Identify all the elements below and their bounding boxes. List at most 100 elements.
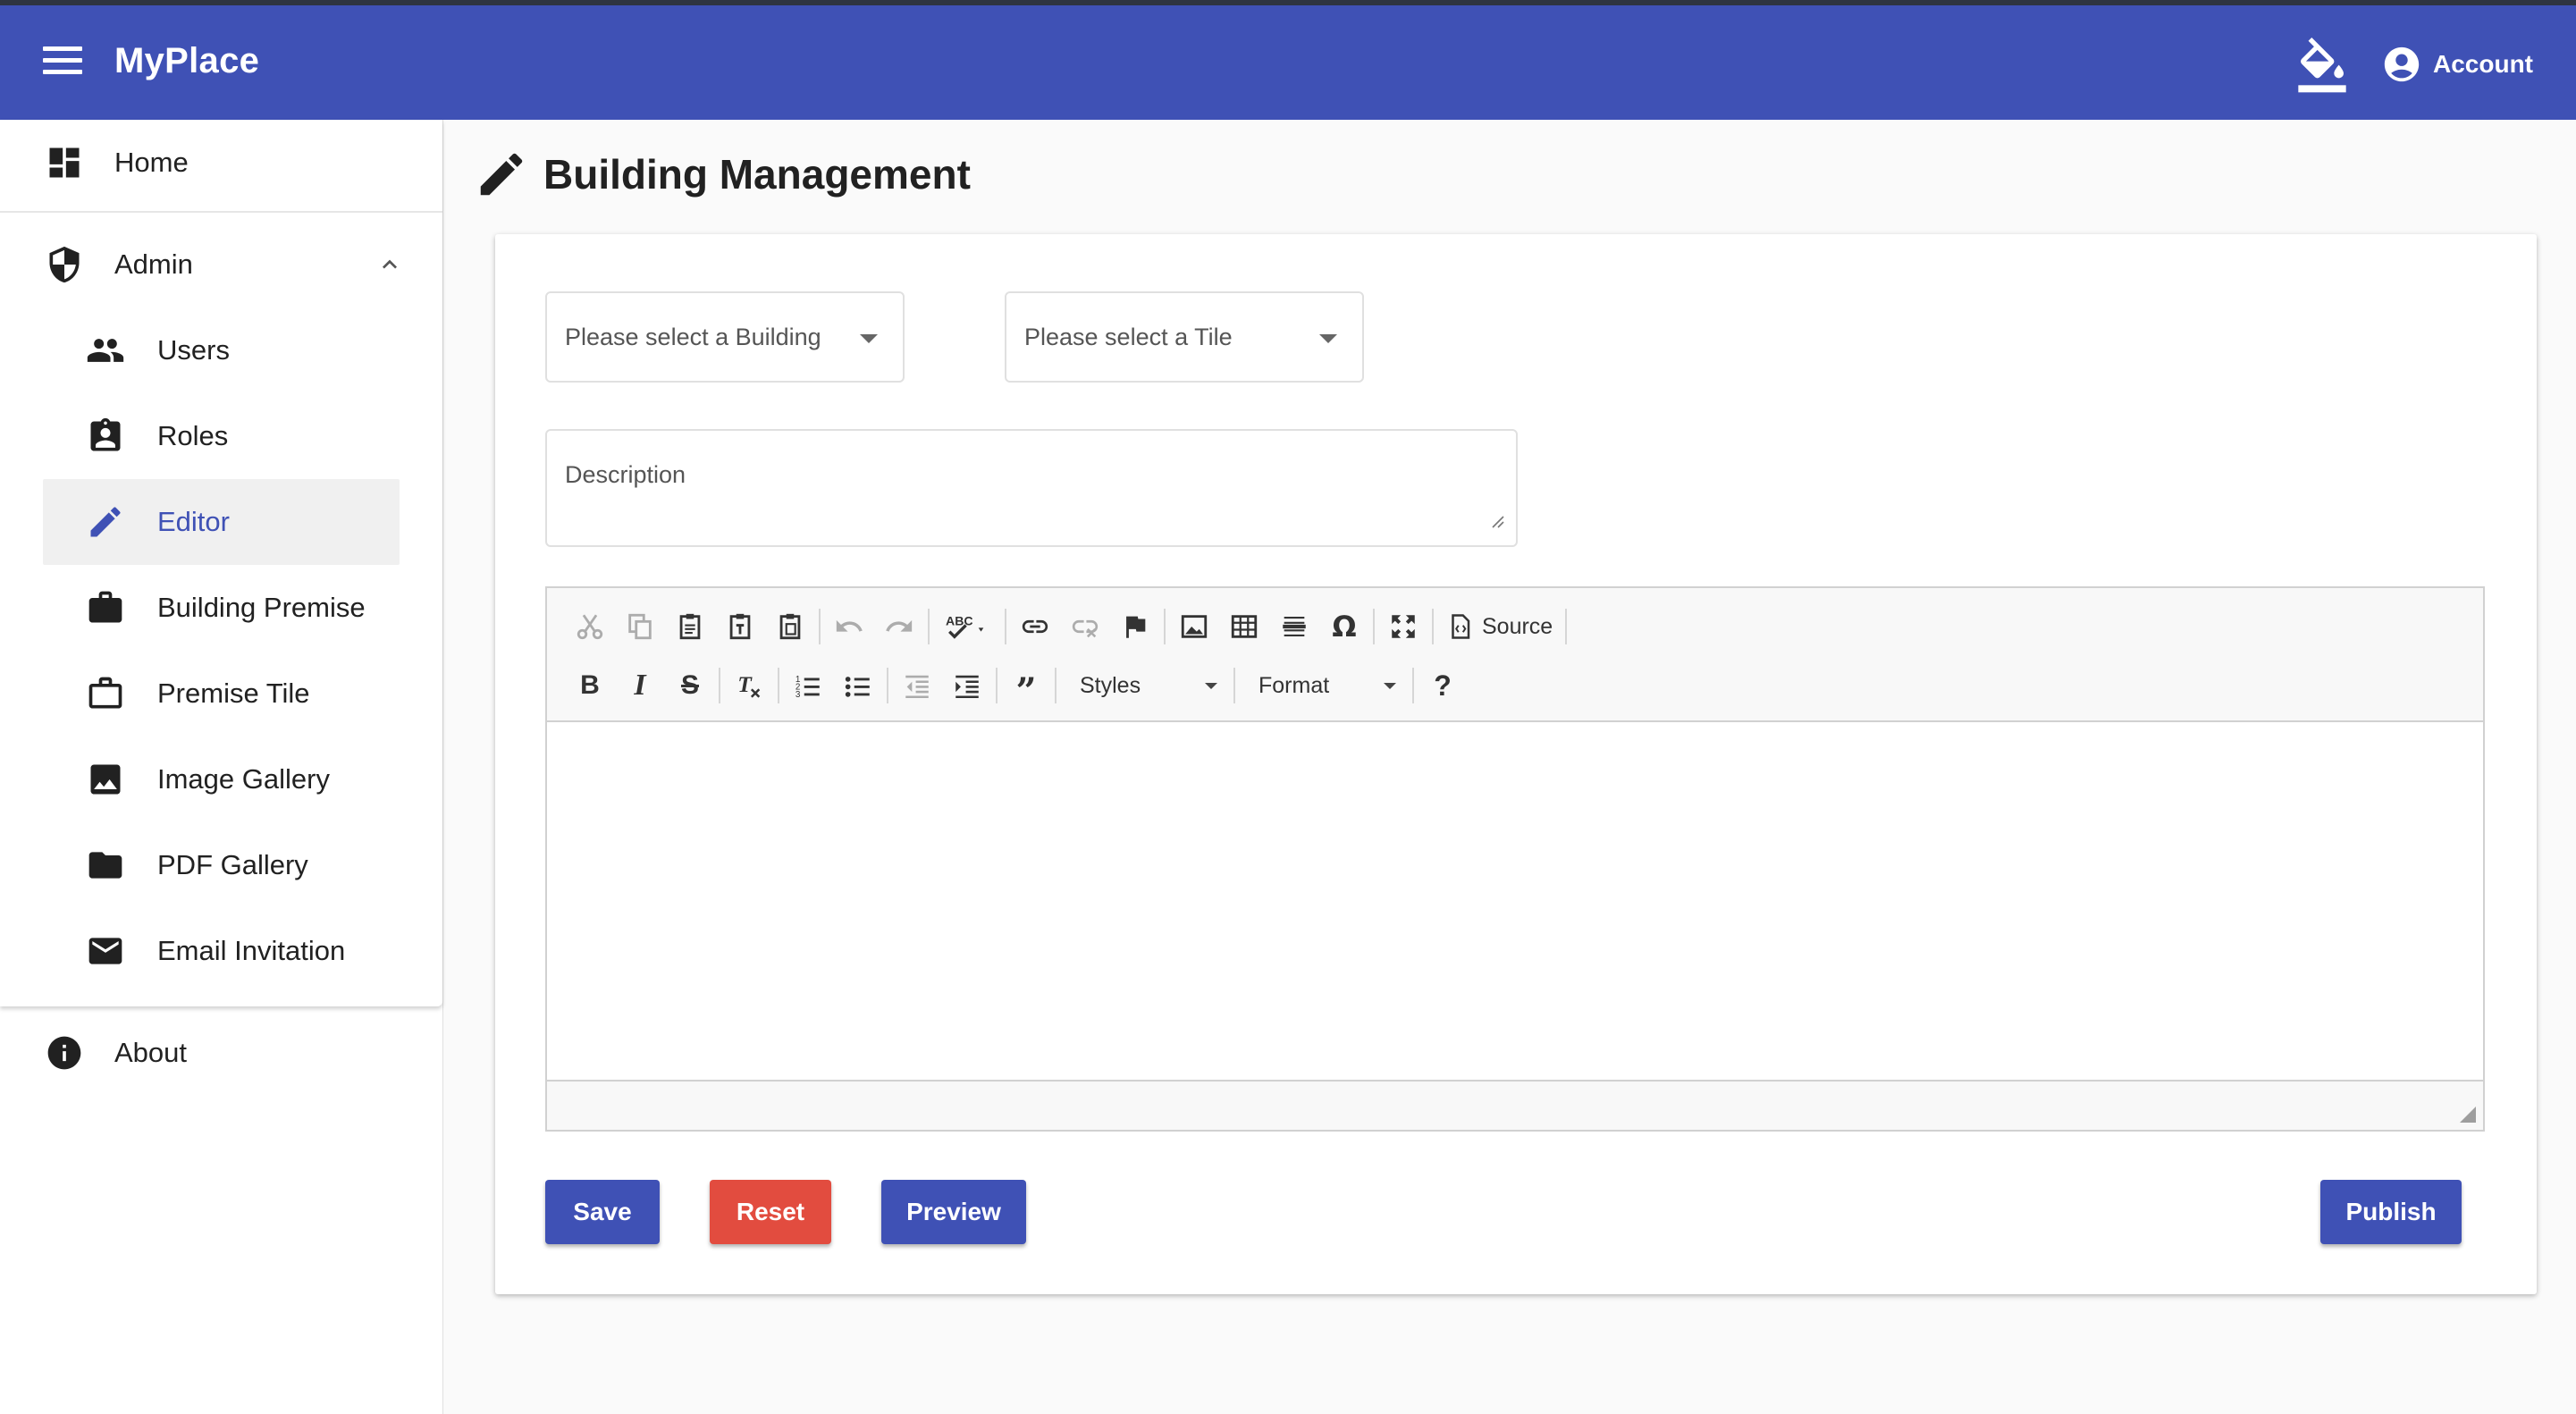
- anchor-flag-icon[interactable]: [1110, 602, 1160, 651]
- sidebar-item-label: Image Gallery: [157, 763, 330, 795]
- menu-icon[interactable]: [39, 46, 86, 84]
- image-icon[interactable]: [1169, 602, 1219, 651]
- assignment-ind-icon: [90, 417, 121, 451]
- description-field[interactable]: [545, 429, 1518, 547]
- sidebar-item-pdf-gallery[interactable]: PDF Gallery: [43, 822, 400, 908]
- paste-text-icon[interactable]: [715, 602, 765, 651]
- dropdown-arrow-icon: [1384, 682, 1396, 689]
- toolbar-separator: [1412, 668, 1414, 703]
- redo-icon[interactable]: [874, 602, 924, 651]
- sidebar-item-users[interactable]: Users: [43, 307, 400, 393]
- toolbar-separator: [1565, 609, 1568, 644]
- building-select[interactable]: Please select a Building: [545, 291, 905, 383]
- toolbar-separator: [778, 668, 779, 703]
- dropdown-arrow-icon: [1319, 334, 1337, 343]
- sidebar-item-home[interactable]: Home: [0, 120, 442, 206]
- link-icon[interactable]: [1010, 602, 1060, 651]
- divider: [0, 211, 442, 213]
- sidebar-item-about[interactable]: About: [0, 1010, 442, 1096]
- app-bar: MyPlace Account: [0, 0, 2576, 120]
- briefcase-icon: [88, 591, 122, 623]
- shield-icon: [49, 246, 80, 283]
- paste-icon[interactable]: [665, 602, 715, 651]
- numbered-list-icon[interactable]: 123: [783, 661, 833, 710]
- bulleted-list-icon[interactable]: [833, 661, 883, 710]
- paste-word-icon[interactable]: [765, 602, 815, 651]
- sidebar-item-label: Premise Tile: [157, 678, 310, 709]
- sidebar-item-building-premise[interactable]: Building Premise: [43, 565, 400, 651]
- chevron-up-icon[interactable]: [375, 250, 404, 279]
- app-title[interactable]: MyPlace: [114, 41, 259, 81]
- page-title: Building Management: [543, 151, 971, 198]
- indent-icon[interactable]: [942, 661, 992, 710]
- account-button[interactable]: Account: [2381, 36, 2533, 93]
- toolbar-separator: [1164, 609, 1166, 644]
- pencil-icon: [90, 507, 121, 537]
- styles-label: Styles: [1080, 672, 1141, 698]
- toolbar-separator: [1432, 609, 1434, 644]
- publish-button[interactable]: Publish: [2320, 1180, 2462, 1244]
- toolbar-row: ABC Ω Source: [565, 602, 1570, 651]
- sidebar-item-email-invitation[interactable]: Email Invitation: [43, 908, 400, 994]
- dropdown-arrow-icon: [860, 334, 878, 343]
- paint-bucket-icon[interactable]: [2294, 38, 2351, 95]
- sidebar-item-premise-tile[interactable]: Premise Tile: [43, 651, 400, 736]
- outdent-icon[interactable]: [892, 661, 942, 710]
- tile-select-value: Please select a Tile: [1024, 323, 1233, 350]
- toolbar-separator: [996, 668, 998, 703]
- styles-dropdown[interactable]: Styles: [1060, 661, 1230, 710]
- sidebar-item-image-gallery[interactable]: Image Gallery: [43, 736, 400, 822]
- toolbar-separator: [1373, 609, 1375, 644]
- format-dropdown[interactable]: Format: [1239, 661, 1409, 710]
- save-button[interactable]: Save: [545, 1180, 660, 1244]
- special-char-icon[interactable]: Ω: [1319, 602, 1369, 651]
- undo-icon[interactable]: [824, 602, 874, 651]
- building-select-value: Please select a Building: [565, 323, 821, 350]
- editor-resize-handle[interactable]: [2460, 1107, 2476, 1123]
- toolbar-separator: [719, 668, 720, 703]
- pencil-icon: [480, 153, 523, 196]
- image-icon: [90, 764, 121, 795]
- folder-icon: [88, 852, 122, 879]
- horizontal-rule-icon[interactable]: [1269, 602, 1319, 651]
- sidebar-item-editor[interactable]: Editor: [43, 479, 400, 565]
- toolbar-separator: [1005, 609, 1006, 644]
- info-icon: [47, 1036, 81, 1070]
- sidebar-item-label: Editor: [157, 506, 230, 537]
- svg-text:ABC: ABC: [946, 614, 973, 628]
- strikethrough-icon[interactable]: S: [665, 661, 715, 710]
- format-label: Format: [1259, 672, 1330, 698]
- toolbar-separator: [887, 668, 888, 703]
- sidebar-item-label: Roles: [157, 420, 229, 451]
- sidebar-item-label: Building Premise: [157, 592, 366, 623]
- dashboard-icon: [49, 147, 80, 178]
- source-button[interactable]: Source: [1437, 602, 1562, 651]
- help-icon[interactable]: ?: [1418, 661, 1468, 710]
- editor-status-bar: [547, 1080, 2483, 1130]
- remove-format-icon[interactable]: T: [724, 661, 774, 710]
- toolbar-row: B I S T 123 ” Styles Format ?: [565, 661, 1468, 710]
- cut-icon[interactable]: [565, 602, 615, 651]
- bold-icon[interactable]: B: [565, 661, 615, 710]
- toolbar-separator: [819, 609, 821, 644]
- sidebar-item-label: Admin: [114, 248, 193, 280]
- preview-button[interactable]: Preview: [881, 1180, 1026, 1244]
- italic-icon[interactable]: I: [615, 661, 665, 710]
- copy-icon[interactable]: [615, 602, 665, 651]
- sidebar-item-roles[interactable]: Roles: [43, 393, 400, 479]
- editor-content-area[interactable]: [547, 722, 2483, 1080]
- sidebar-item-admin[interactable]: Admin: [0, 222, 442, 307]
- maximize-icon[interactable]: [1378, 602, 1428, 651]
- textarea-resize-handle[interactable]: [1487, 511, 1505, 529]
- reset-button[interactable]: Reset: [710, 1180, 831, 1244]
- sidebar-item-label: Email Invitation: [157, 935, 346, 966]
- tile-select[interactable]: Please select a Tile: [1005, 291, 1364, 383]
- editor-card: Please select a Building Please select a…: [495, 234, 2537, 1294]
- table-icon[interactable]: [1219, 602, 1269, 651]
- toolbar-separator: [928, 609, 930, 644]
- unlink-icon[interactable]: [1060, 602, 1110, 651]
- spellcheck-icon[interactable]: ABC: [933, 602, 1001, 651]
- blockquote-icon[interactable]: ”: [1001, 661, 1051, 710]
- source-label: Source: [1482, 613, 1553, 639]
- people-icon: [87, 339, 124, 362]
